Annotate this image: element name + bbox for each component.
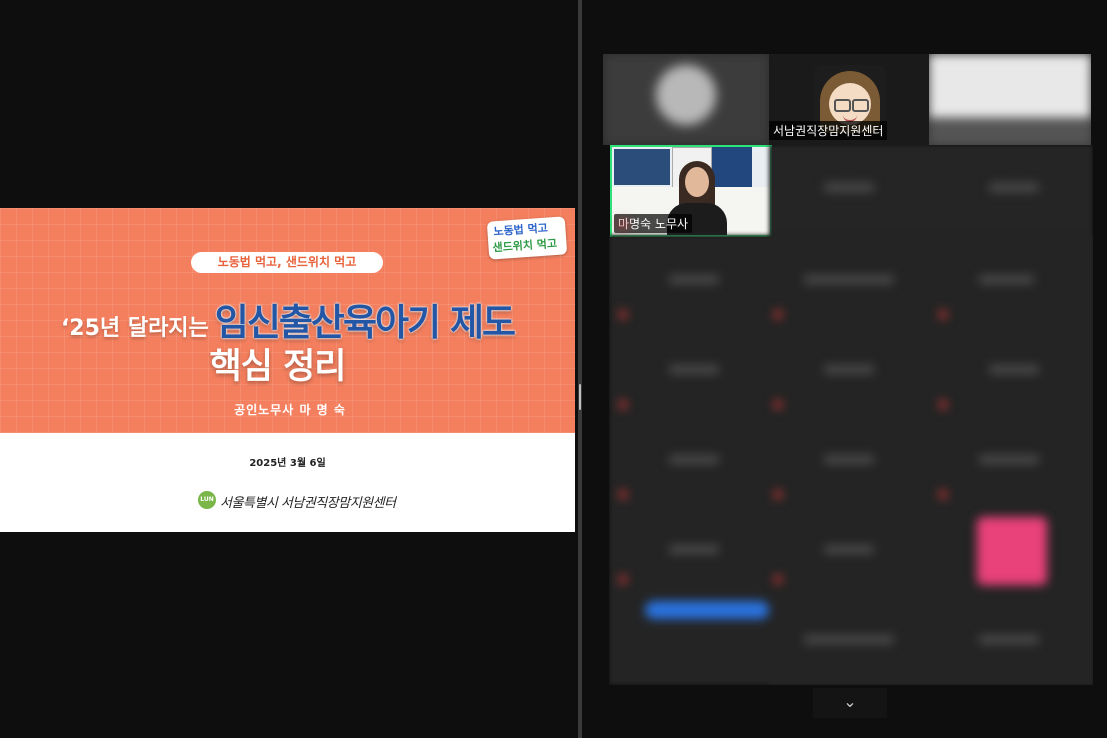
participant-tile[interactable] — [929, 54, 1091, 145]
shared-screen: 노동법 먹고, 샌드위치 먹고 노동법 먹고 샌드위치 먹고 ‘25년 달라지는… — [0, 0, 578, 738]
slide-title-area: 노동법 먹고, 샌드위치 먹고 노동법 먹고 샌드위치 먹고 ‘25년 달라지는… — [0, 208, 575, 433]
presenter-name: 공인노무사 마 명 숙 — [234, 403, 346, 417]
chevron-down-icon: ⌄ — [843, 692, 857, 711]
org-logo-icon: LUN — [198, 491, 216, 509]
participant-name: 서남권직장맘지원센터 — [769, 121, 888, 140]
participant-grid-blurred[interactable] — [609, 145, 1093, 685]
divider-drag-handle[interactable] — [579, 384, 581, 410]
series-logo-line2: 샌드위치 먹고 — [492, 236, 558, 255]
split-divider[interactable] — [578, 0, 582, 738]
participant-gallery: 서남권직장맘지원센터 마명숙 노무사 ⌄ — [583, 0, 1107, 738]
slide-date: 2025년 3월 6일 — [249, 458, 326, 469]
presentation-slide: 노동법 먹고, 샌드위치 먹고 노동법 먹고 샌드위치 먹고 ‘25년 달라지는… — [0, 208, 575, 532]
participant-tile[interactable] — [603, 54, 769, 145]
series-logo: 노동법 먹고 샌드위치 먹고 — [486, 216, 568, 260]
series-pill: 노동법 먹고, 샌드위치 먹고 — [191, 252, 383, 273]
participant-tile[interactable]: 서남권직장맘지원센터 — [769, 54, 929, 145]
slide-title-line2: 핵심 정리 — [209, 347, 347, 387]
org-name: 서울특별시 서남권직장맘지원센터 — [220, 496, 396, 511]
scroll-down-button[interactable]: ⌄ — [813, 688, 887, 718]
slide-footer: 2025년 3월 6일 LUN 서울특별시 서남권직장맘지원센터 — [0, 433, 575, 532]
